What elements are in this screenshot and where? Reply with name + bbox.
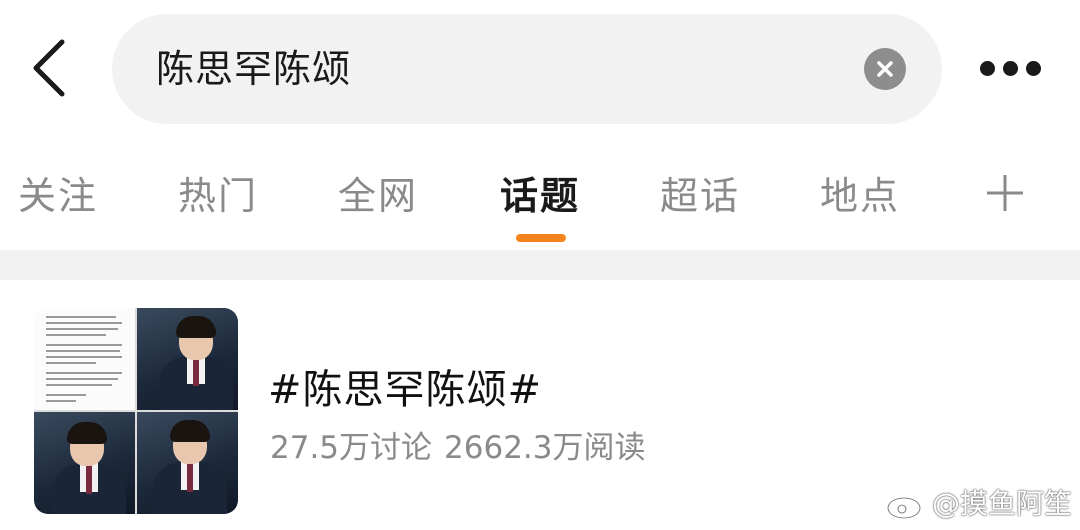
top-bar: 陈思罕陈颂 <box>0 0 1080 140</box>
topic-title[interactable]: #陈思罕陈颂# <box>268 362 542 418</box>
section-divider <box>0 250 1080 280</box>
tab-bar: 关注 热门 全网 话题 超话 地点 <box>0 150 1080 250</box>
photo-thumbnail <box>34 412 135 514</box>
tab-all-web[interactable]: 全网 <box>338 170 418 222</box>
tab-topic[interactable]: 话题 <box>500 170 580 222</box>
clear-search-button[interactable] <box>864 48 906 90</box>
topic-stats: 27.5万讨论 2662.3万阅读 <box>270 426 658 470</box>
more-dot-icon <box>980 61 995 76</box>
photo-thumbnail <box>137 308 238 410</box>
active-tab-indicator <box>516 234 566 242</box>
weibo-eye-icon <box>886 490 924 520</box>
chevron-left-icon <box>33 39 65 97</box>
back-button[interactable] <box>26 36 76 100</box>
search-input[interactable]: 陈思罕陈颂 <box>112 14 942 124</box>
tab-location[interactable]: 地点 <box>820 170 900 222</box>
document-thumbnail <box>34 308 135 410</box>
add-tab-button[interactable] <box>984 172 1026 214</box>
watermark-text: @摸鱼阿笙 <box>932 487 1073 520</box>
read-count: 2662.3万阅读 <box>444 430 646 466</box>
more-dot-icon <box>1026 61 1041 76</box>
more-dot-icon <box>1003 61 1018 76</box>
tab-hot[interactable]: 热门 <box>178 170 258 222</box>
topic-thumbnail <box>34 308 238 514</box>
tab-super-topic[interactable]: 超话 <box>660 170 740 222</box>
discussion-count: 27.5万讨论 <box>270 430 433 466</box>
more-options-button[interactable] <box>976 54 1044 84</box>
close-icon <box>877 61 893 77</box>
plus-icon <box>987 175 1023 211</box>
tab-follow[interactable]: 关注 <box>18 170 98 222</box>
photo-thumbnail <box>137 412 238 514</box>
search-query-text: 陈思罕陈颂 <box>156 47 352 91</box>
